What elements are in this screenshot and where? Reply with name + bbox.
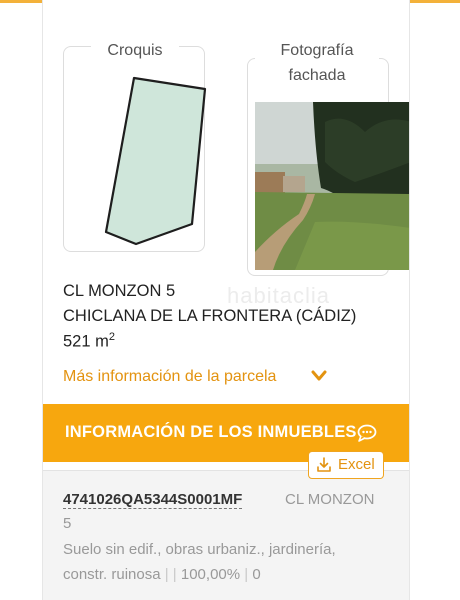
property-number: 5 — [63, 515, 72, 532]
separator-2: | — [244, 566, 249, 583]
excel-label: Excel — [338, 456, 375, 473]
property-street: CL MONZON — [285, 491, 375, 508]
address-street: CL MONZON 5 — [63, 282, 176, 300]
facade-photo-image[interactable] — [255, 102, 410, 270]
chat-bubble-icon — [357, 424, 377, 442]
chevron-down-icon[interactable] — [311, 370, 327, 382]
croquis-label: Croquis — [91, 38, 179, 64]
separator: | | — [164, 566, 177, 583]
facade-photo-label: Fotografía fachada — [255, 38, 379, 90]
facade-label-line1: Fotografía — [280, 42, 354, 59]
parcel-card: Croquis Fotografía fachada habitaclia CL… — [42, 0, 410, 600]
property-use-text: constr. ruinosa — [63, 566, 161, 583]
watermark: habitaclia — [227, 283, 330, 308]
address-city: CHICLANA DE LA FRONTERA (CÁDIZ) — [63, 307, 357, 325]
parcel-shape — [104, 76, 207, 246]
facade-label-line2: fachada — [288, 67, 346, 84]
property-percentage: 100,00% — [180, 566, 241, 583]
property-value: 0 — [252, 566, 261, 583]
properties-title: INFORMACIÓN DE LOS INMUEBLES — [65, 423, 357, 441]
property-use-line2: constr. ruinosa | | 100,00% | 0 — [63, 566, 261, 583]
parcel-area-exponent: 2 — [108, 331, 115, 343]
parcel-area-value: 521 m — [63, 332, 109, 351]
excel-download-button[interactable]: Excel — [308, 451, 384, 479]
property-list-item: 4741026QA5344S0001MF CL MONZON 5 Suelo s… — [43, 470, 409, 600]
parcel-area: 521 m2 — [63, 331, 115, 352]
cadastral-reference-link[interactable]: 4741026QA5344S0001MF — [63, 491, 243, 509]
property-use-line1: Suelo sin edif., obras urbaniz., jardine… — [63, 541, 336, 558]
more-info-link[interactable]: Más información de la parcela — [63, 368, 276, 386]
download-icon — [317, 457, 331, 472]
